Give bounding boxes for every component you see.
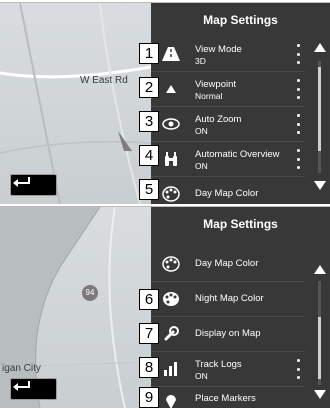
row-value: ON <box>195 126 208 136</box>
back-arrow-icon <box>13 381 30 391</box>
options-icon[interactable] <box>295 359 301 379</box>
scrollbar[interactable] <box>309 207 330 408</box>
row-label: Auto Zoom <box>195 114 242 125</box>
scroll-thumb[interactable] <box>318 67 321 151</box>
row-label: Place Markers <box>195 393 256 404</box>
callout-9: 9 <box>139 387 159 408</box>
row-viewpoint[interactable]: Viewpoint Normal <box>151 72 305 107</box>
row-display-on-map[interactable]: Display on Map <box>151 317 305 352</box>
back-button[interactable] <box>10 378 57 400</box>
highway-shield-label: 94 <box>82 285 98 301</box>
map-street-label: W East Rd <box>80 75 128 86</box>
map-city-label: igan City <box>2 363 41 374</box>
row-value: Normal <box>195 91 223 101</box>
scroll-down-icon[interactable] <box>314 390 326 399</box>
row-label: Automatic Overview <box>195 149 280 160</box>
scrollbar[interactable] <box>309 3 330 204</box>
settings-panel: Map Settings Day Map Color Night Map Col… <box>151 207 330 408</box>
row-track-logs[interactable]: Track Logs ON <box>151 352 305 387</box>
binoculars-icon <box>161 149 181 169</box>
row-auto-zoom[interactable]: Auto Zoom ON <box>151 107 305 142</box>
callout-3: 3 <box>139 111 159 132</box>
eye-icon <box>161 114 181 134</box>
palette-icon <box>161 254 181 274</box>
row-value: 3D <box>195 56 206 66</box>
palette-icon <box>161 184 181 204</box>
callout-6: 6 <box>139 289 159 310</box>
scroll-up-icon[interactable] <box>314 265 326 274</box>
options-icon[interactable] <box>295 44 301 64</box>
row-night-map-color[interactable]: Night Map Color <box>151 282 305 317</box>
back-arrow-icon <box>13 177 30 187</box>
panel-title: Map Settings <box>203 217 278 231</box>
bar-chart-icon <box>161 359 181 379</box>
row-automatic-overview[interactable]: Automatic Overview ON <box>151 142 305 177</box>
row-place-markers[interactable]: Place Markers <box>151 387 305 408</box>
row-label: Day Map Color <box>195 188 259 199</box>
row-value: ON <box>195 371 208 381</box>
row-value: ON <box>195 161 208 171</box>
map-view[interactable]: 94 igan City <box>0 207 151 408</box>
options-icon[interactable] <box>295 149 301 169</box>
callout-5: 5 <box>139 179 159 200</box>
row-label: Track Logs <box>195 359 242 370</box>
callout-8: 8 <box>139 357 159 378</box>
map-settings-screen-2: 94 igan City Map Settings Day Map Color … <box>0 206 330 408</box>
row-label: View Mode <box>195 44 242 55</box>
callout-4: 4 <box>139 145 159 166</box>
row-label: Viewpoint <box>195 79 237 90</box>
wrench-icon <box>161 324 181 344</box>
scroll-up-icon[interactable] <box>314 43 326 52</box>
row-view-mode[interactable]: View Mode 3D <box>151 37 305 72</box>
callout-2: 2 <box>139 77 159 98</box>
scroll-down-icon[interactable] <box>314 181 326 190</box>
options-icon[interactable] <box>295 79 301 99</box>
row-label: Display on Map <box>195 328 261 339</box>
callout-7: 7 <box>139 323 159 344</box>
back-button[interactable] <box>10 174 57 196</box>
row-label: Day Map Color <box>195 258 259 269</box>
map-view[interactable]: W East Rd <box>0 3 151 204</box>
callout-1: 1 <box>139 43 159 64</box>
viewpoint-arrow-icon <box>161 79 181 99</box>
row-label: Night Map Color <box>195 293 264 304</box>
panel-title: Map Settings <box>203 13 278 27</box>
row-day-map-color[interactable]: Day Map Color <box>151 177 305 204</box>
road-3d-icon <box>161 44 181 64</box>
row-day-map-color[interactable]: Day Map Color <box>151 247 305 282</box>
map-pin-icon <box>161 391 181 408</box>
map-settings-screen-1: W East Rd Map Settings View Mode 3D View… <box>0 2 330 204</box>
options-icon[interactable] <box>295 114 301 134</box>
scroll-thumb[interactable] <box>318 317 321 379</box>
palette-icon <box>161 289 181 309</box>
settings-panel: Map Settings View Mode 3D Viewpoint Norm… <box>151 3 330 204</box>
